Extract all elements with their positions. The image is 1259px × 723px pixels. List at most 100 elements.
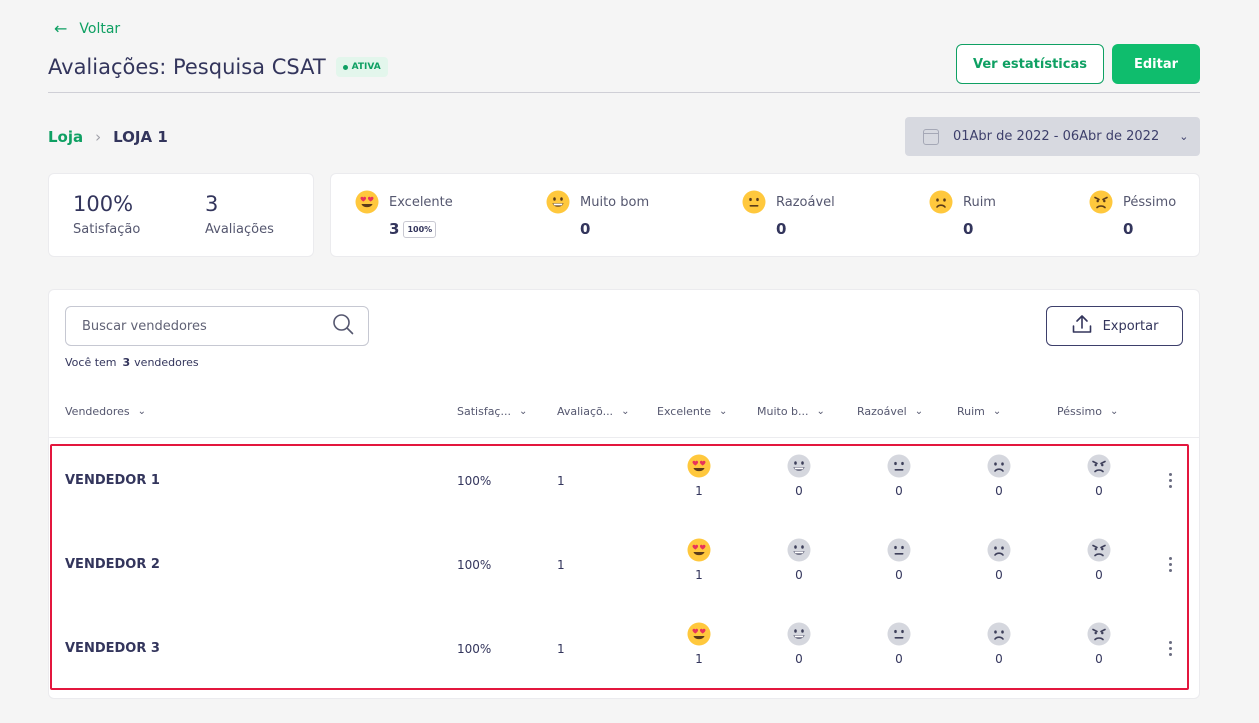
angry-emoji-icon <box>1087 454 1111 478</box>
seller-reviews: 1 <box>557 642 565 656</box>
neutral-emoji-icon <box>742 190 766 214</box>
chevron-down-icon: ⌄ <box>816 406 825 417</box>
rating-count: 0 <box>895 568 903 582</box>
rating-terrible: Péssimo 0 <box>1089 190 1176 238</box>
column-label: Avaliaçõ... <box>557 405 614 418</box>
neutral-emoji-icon <box>887 538 911 562</box>
chevron-down-icon: ⌄ <box>1179 130 1189 143</box>
breadcrumb-store-link[interactable]: Loja <box>48 128 83 146</box>
chevron-down-icon: ⌄ <box>518 406 528 417</box>
reviews-stat: 3 Avaliações <box>205 192 274 237</box>
seller-name[interactable]: VENDEDOR 3 <box>65 641 160 656</box>
rating-count: 0 <box>995 484 1003 498</box>
seller-name[interactable]: VENDEDOR 2 <box>65 557 160 572</box>
view-statistics-button[interactable]: Ver estatísticas <box>956 44 1104 84</box>
date-range-picker[interactable]: 01Abr de 2022 - 06Abr de 2022 ⌄ <box>905 117 1200 156</box>
column-label: Muito b... <box>757 405 809 418</box>
rating-count: 0 <box>995 652 1003 666</box>
very-good-cell: 0 <box>784 454 814 498</box>
header-divider <box>48 92 1200 93</box>
seller-satisfaction: 100% <box>457 558 492 572</box>
back-label: Voltar <box>79 21 121 37</box>
search-input[interactable] <box>82 318 332 334</box>
satisfaction-value: 100% <box>73 192 134 216</box>
back-link[interactable]: ← Voltar <box>54 19 121 38</box>
seller-reviews: 1 <box>557 558 565 572</box>
column-header-neutral[interactable]: Razoável ⌄ <box>857 405 923 418</box>
very-good-emoji-icon <box>546 190 570 214</box>
column-label: Razoável <box>857 405 907 418</box>
rating-count: 0 <box>795 484 803 498</box>
terrible-cell: 0 <box>1084 454 1114 498</box>
angry-emoji-icon <box>1087 622 1111 646</box>
calendar-icon <box>923 128 939 145</box>
percent-badge: 100% <box>403 220 437 238</box>
search-icon[interactable] <box>332 313 354 339</box>
bad-cell: 0 <box>984 622 1014 666</box>
rating-count: 0 <box>795 652 803 666</box>
rating-label: Razoável <box>776 194 835 210</box>
very-good-cell: 0 <box>784 538 814 582</box>
sellers-count: Você tem 3 vendedores <box>65 356 199 369</box>
summary-card: 100% Satisfação 3 Avaliações <box>48 173 314 257</box>
date-range-text: 01Abr de 2022 - 06Abr de 2022 <box>953 129 1160 144</box>
chevron-right-icon: › <box>95 128 102 146</box>
excellent-cell: 1 <box>684 454 714 498</box>
column-header-reviews[interactable]: Avaliaçõ... ⌄ <box>557 405 629 418</box>
column-header-very-good[interactable]: Muito b... ⌄ <box>757 405 825 418</box>
neutral-cell: 0 <box>884 538 914 582</box>
column-header-excellent[interactable]: Excelente ⌄ <box>657 405 727 418</box>
rating-count: 0 <box>995 568 1003 582</box>
rating-count: 0 <box>1095 568 1103 582</box>
rating-label: Péssimo <box>1123 194 1177 210</box>
excellent-emoji-icon <box>355 190 379 214</box>
chevron-down-icon: ⌄ <box>718 406 728 417</box>
rating-bad: Ruim 0 <box>929 190 996 238</box>
bad-cell: 0 <box>984 538 1014 582</box>
seller-name[interactable]: VENDEDOR 1 <box>65 473 160 488</box>
seller-reviews: 1 <box>557 474 565 488</box>
table-header-divider <box>48 437 1200 438</box>
rating-count: 0 <box>580 220 591 238</box>
count-suffix: vendedores <box>134 356 199 369</box>
export-button[interactable]: Exportar <box>1046 306 1183 346</box>
chevron-down-icon: ⌄ <box>914 406 924 417</box>
column-label: Péssimo <box>1057 405 1102 418</box>
count-value: 3 <box>122 356 131 369</box>
rating-count: 1 <box>695 652 703 666</box>
excellent-cell: 1 <box>684 622 714 666</box>
column-header-bad[interactable]: Ruim ⌄ <box>957 405 1001 418</box>
column-header-satisfaction[interactable]: Satisfaç... ⌄ <box>457 405 527 418</box>
angry-emoji-icon <box>1087 538 1111 562</box>
breadcrumb: Loja › LOJA 1 <box>48 128 168 146</box>
table-row: VENDEDOR 2 100% 1 1 0 0 0 0 <box>52 523 1187 607</box>
neutral-emoji-icon <box>887 454 911 478</box>
neutral-cell: 0 <box>884 622 914 666</box>
satisfaction-label: Satisfação <box>73 222 141 237</box>
chevron-down-icon: ⌄ <box>621 406 630 417</box>
rating-neutral: Razoável 0 <box>742 190 835 238</box>
page-title: Avaliações: Pesquisa CSAT ATIVA <box>48 55 388 79</box>
reviews-label: Avaliações <box>205 222 274 237</box>
export-label: Exportar <box>1102 318 1159 334</box>
rating-count: 0 <box>1123 220 1134 238</box>
excellent-emoji-icon <box>687 538 711 562</box>
excellent-emoji-icon <box>687 622 711 646</box>
table-row: VENDEDOR 1 100% 1 1 0 0 0 0 <box>52 439 1187 523</box>
column-label: Excelente <box>657 405 711 418</box>
rating-label: Muito bom <box>580 194 650 210</box>
chevron-down-icon: ⌄ <box>137 406 147 417</box>
table-row: VENDEDOR 3 100% 1 1 0 0 0 0 <box>52 607 1187 691</box>
column-header-sellers[interactable]: Vendedores ⌄ <box>65 405 146 418</box>
more-options-icon[interactable] <box>1165 557 1175 572</box>
column-header-terrible[interactable]: Péssimo ⌄ <box>1057 405 1118 418</box>
rating-excellent: Excelente 3 100% <box>355 190 453 238</box>
very-good-cell: 0 <box>784 622 814 666</box>
arrow-left-icon: ← <box>54 19 68 38</box>
status-badge-text: ATIVA <box>351 62 381 72</box>
rating-very-good: Muito bom 0 <box>546 190 649 238</box>
more-options-icon[interactable] <box>1165 641 1175 656</box>
more-options-icon[interactable] <box>1165 473 1175 488</box>
very-good-emoji-icon <box>787 622 811 646</box>
edit-button[interactable]: Editar <box>1112 44 1200 84</box>
